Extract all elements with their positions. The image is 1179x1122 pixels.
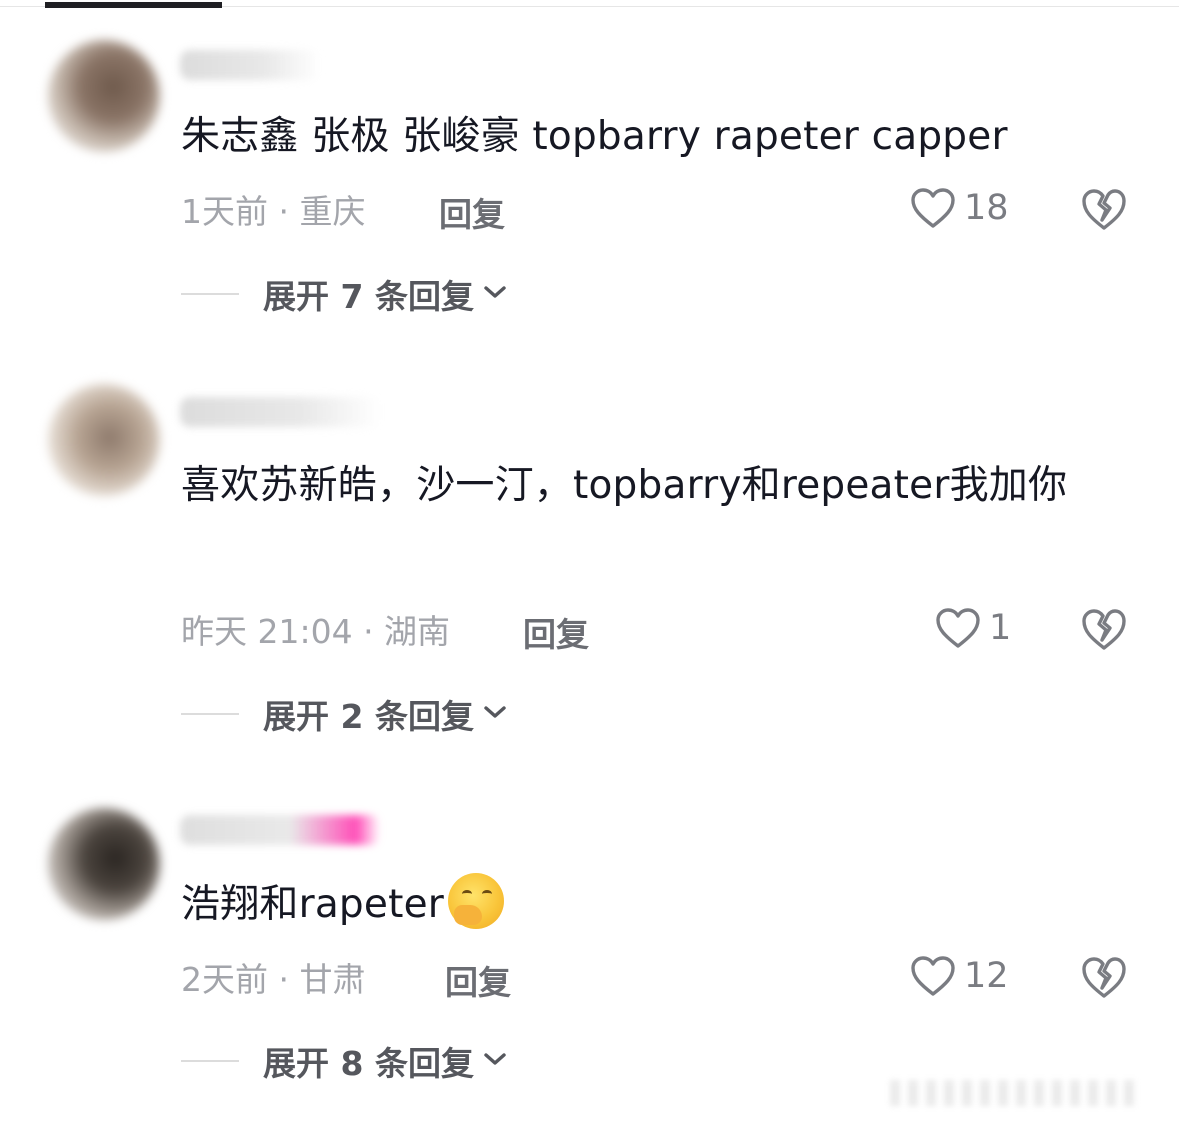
time-location: 昨天 21:04 · 湖南	[181, 612, 451, 651]
like-button[interactable]: 1	[935, 606, 1011, 650]
username[interactable]	[180, 397, 380, 427]
comment-meta: 1天前 · 重庆	[181, 186, 365, 232]
expand-replies-label: 展开 7 条回复	[263, 277, 474, 316]
like-button[interactable]: 18	[910, 186, 1009, 230]
expand-replies-label: 展开 8 条回复	[263, 1044, 474, 1083]
reply-button[interactable]: 回复	[523, 608, 589, 656]
reply-button[interactable]: 回复	[445, 956, 511, 1004]
dislike-button[interactable]	[1080, 954, 1128, 1000]
broken-heart-icon	[1080, 954, 1128, 1000]
dislike-button[interactable]	[1080, 606, 1128, 652]
comment-text: 朱志鑫 张极 张峻豪 topbarry rapeter capper	[181, 114, 1008, 159]
heart-outline-icon	[910, 186, 956, 230]
like-count: 1	[989, 608, 1012, 648]
divider-line	[181, 1060, 239, 1062]
dislike-button[interactable]	[1080, 186, 1128, 232]
username[interactable]	[180, 50, 320, 80]
heart-outline-icon	[910, 954, 956, 998]
chevron-down-icon	[482, 283, 508, 305]
avatar[interactable]	[48, 808, 160, 920]
comment-meta: 昨天 21:04 · 湖南	[181, 606, 450, 652]
broken-heart-icon	[1080, 186, 1128, 232]
avatar[interactable]	[48, 40, 160, 152]
comment-text: 喜欢苏新皓，沙一汀，topbarry和repeater我加你	[181, 463, 1068, 508]
time-location: 2天前 · 甘肃	[181, 960, 366, 999]
tab-indicator	[45, 2, 222, 8]
username[interactable]	[180, 815, 380, 845]
reply-button[interactable]: 回复	[439, 188, 505, 236]
comment-meta: 2天前 · 甘肃	[181, 954, 365, 1000]
watermark	[890, 1080, 1140, 1106]
like-button[interactable]: 12	[910, 954, 1009, 998]
chevron-down-icon	[482, 1050, 508, 1072]
broken-heart-icon	[1080, 606, 1128, 652]
hand-over-mouth-emoji	[448, 873, 505, 929]
comment-text-body: 浩翔和rapeter	[181, 882, 445, 927]
expand-replies-label: 展开 2 条回复	[263, 697, 474, 736]
divider-line	[181, 293, 239, 295]
like-count: 18	[964, 188, 1009, 228]
avatar[interactable]	[48, 384, 160, 496]
chevron-down-icon	[482, 703, 508, 725]
heart-outline-icon	[935, 606, 981, 650]
expand-replies-button[interactable]: 展开 2 条回复	[181, 690, 508, 738]
like-count: 12	[964, 956, 1009, 996]
comment-text: 浩翔和rapeter	[181, 870, 1121, 940]
time-location: 1天前 · 重庆	[181, 192, 366, 231]
divider-line	[181, 713, 239, 715]
expand-replies-button[interactable]: 展开 8 条回复	[181, 1037, 508, 1085]
expand-replies-button[interactable]: 展开 7 条回复	[181, 270, 508, 318]
